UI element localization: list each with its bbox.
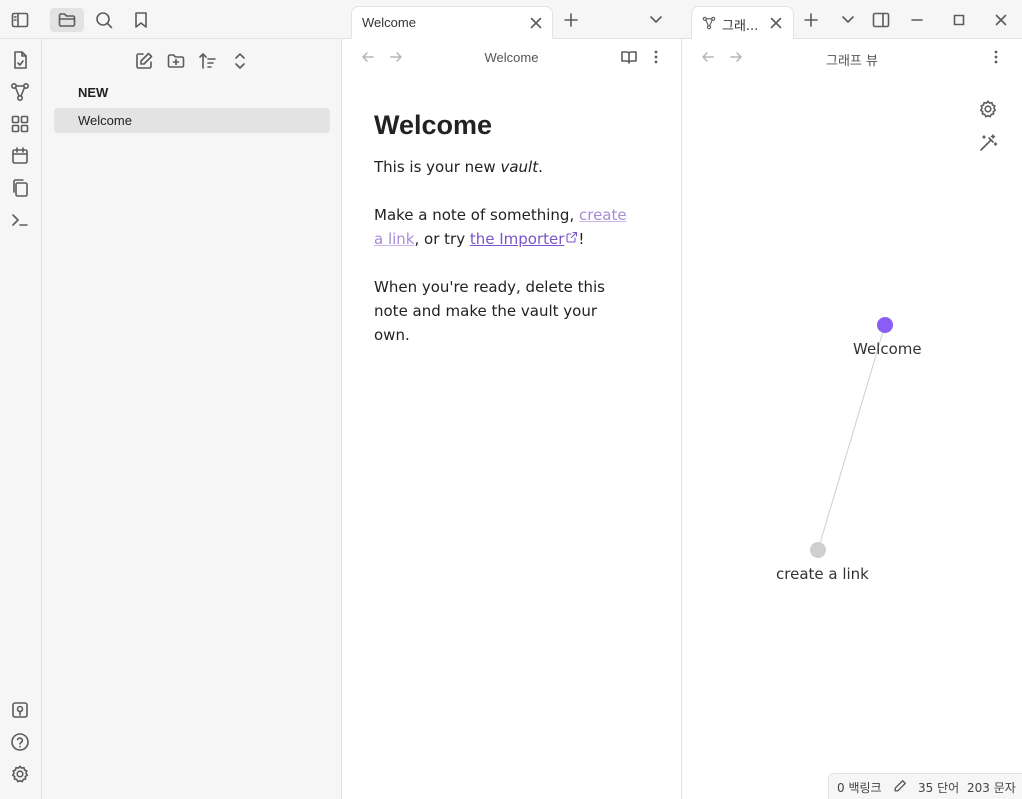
graph-view-icon[interactable] (10, 82, 30, 102)
command-palette-icon[interactable] (10, 210, 30, 230)
reading-view-book-icon[interactable] (620, 48, 638, 66)
view-header: Welcome (342, 39, 681, 75)
tab-label: 그래... (722, 19, 759, 34)
more-options-icon[interactable] (988, 48, 1004, 66)
right-sidebar-toggle-icon[interactable] (871, 10, 891, 30)
note-paragraph-3: When you're ready, delete this note and … (374, 278, 605, 344)
new-tab-icon[interactable] (562, 11, 580, 29)
new-note-icon[interactable] (134, 51, 154, 71)
backlinks-count[interactable]: 0 백링크 (837, 779, 882, 796)
graph-node-welcome[interactable] (877, 317, 893, 333)
settings-icon[interactable] (10, 764, 30, 784)
help-icon[interactable] (10, 732, 30, 752)
character-count: 203 문자 (967, 781, 1016, 795)
daily-note-icon[interactable] (10, 146, 30, 166)
file-item-welcome[interactable]: Welcome (54, 108, 330, 133)
tab-label: Welcome (362, 15, 416, 30)
tab-bar: Welcome (342, 0, 682, 39)
minimize-window-icon[interactable] (909, 12, 925, 28)
maximize-window-icon[interactable] (951, 12, 967, 28)
view-header: 그래프 뷰 (682, 39, 1022, 75)
new-tab-icon[interactable] (802, 11, 820, 29)
external-link-icon (566, 231, 578, 243)
bookmark-icon[interactable] (129, 8, 153, 32)
left-sidebar-header (0, 0, 342, 39)
editing-pencil-icon[interactable] (893, 779, 907, 793)
graph-canvas[interactable] (682, 75, 1022, 765)
note-paragraph-1: This is your new vault. (374, 158, 543, 176)
expand-collapse-icon[interactable] (230, 51, 250, 71)
more-options-icon[interactable] (648, 48, 664, 66)
tab-welcome[interactable]: Welcome (351, 6, 553, 39)
graph-edge (817, 324, 886, 551)
graph-node-create-a-link[interactable] (810, 542, 826, 558)
note-content[interactable]: Welcome This is your new vault. Make a n… (374, 110, 636, 371)
close-tab-icon[interactable] (768, 15, 784, 31)
search-icon[interactable] (92, 8, 116, 32)
sidebar-toggle-icon[interactable] (8, 8, 32, 32)
editor-pane-welcome: Welcome Welcome Welcome This is your new… (342, 0, 682, 799)
graph-node-label-welcome: Welcome (853, 340, 922, 358)
tab-bar-right: 그래... (682, 0, 1022, 39)
files-tab-folder-icon[interactable] (50, 8, 84, 32)
folder-new[interactable]: NEW (78, 85, 108, 100)
graph-view-pane: 그래... 그래프 뷰 Welcome create a link (682, 0, 1022, 799)
status-bar: 0 백링크 35 단어 203 문자 (828, 773, 1022, 799)
canvas-icon[interactable] (10, 114, 30, 134)
close-tab-icon[interactable] (528, 15, 544, 31)
note-heading: Welcome (374, 110, 493, 140)
file-explorer: NEW Welcome (42, 39, 342, 799)
new-folder-icon[interactable] (166, 51, 186, 71)
vault-switcher-icon[interactable] (10, 700, 30, 720)
view-title[interactable]: 그래프 뷰 (682, 50, 1022, 69)
new-note-from-template-icon[interactable] (10, 50, 30, 70)
ribbon (0, 0, 42, 799)
close-window-icon[interactable] (993, 12, 1009, 28)
copy-icon[interactable] (10, 178, 30, 198)
graph-node-label-create-a-link: create a link (776, 565, 869, 583)
word-count: 35 단어 (918, 781, 960, 795)
tab-list-chevron-down-icon[interactable] (840, 11, 856, 27)
tab-graph-view[interactable]: 그래... (691, 6, 794, 39)
graph-tab-icon (702, 16, 716, 30)
sort-icon[interactable] (198, 51, 218, 71)
external-link-importer[interactable]: the Importer (470, 230, 565, 248)
tab-list-chevron-down-icon[interactable] (648, 11, 664, 27)
note-paragraph-2: Make a note of something, create a link,… (374, 206, 627, 248)
